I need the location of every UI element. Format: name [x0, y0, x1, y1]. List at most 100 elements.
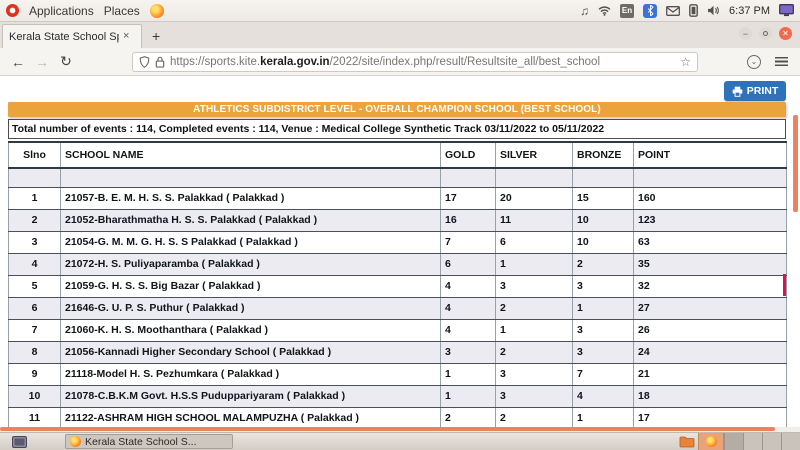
- workspace-cell[interactable]: [762, 433, 781, 450]
- cell-school: 21057-B. E. M. H. S. S. Palakkad ( Palak…: [61, 187, 441, 209]
- distro-logo-icon[interactable]: [6, 4, 19, 17]
- show-desktop-button[interactable]: [12, 436, 27, 448]
- places-menu[interactable]: Places: [104, 4, 140, 18]
- results-table: Slno SCHOOL NAME GOLD SILVER BRONZE POIN…: [8, 141, 787, 427]
- cell-school: 21052-Bharathmatha H. S. S. Palakkad ( P…: [61, 209, 441, 231]
- cell-bronze: 3: [573, 319, 634, 341]
- cell-school: 21122-ASHRAM HIGH SCHOOL MALAMPUZHA ( Pa…: [61, 407, 441, 427]
- tab-title: Kerala State School Sports 2: [9, 31, 119, 43]
- cell-bronze: 10: [573, 231, 634, 253]
- lock-icon[interactable]: [155, 56, 165, 68]
- keyboard-layout-indicator[interactable]: En: [620, 4, 634, 18]
- wifi-icon[interactable]: [598, 5, 611, 16]
- bluetooth-icon[interactable]: [643, 4, 657, 18]
- cell-bronze: 3: [573, 275, 634, 297]
- applications-menu[interactable]: Applications: [29, 4, 94, 18]
- cell-silver: 1: [496, 253, 573, 275]
- cell-silver: 3: [496, 385, 573, 407]
- results-tbody: 1 21057-B. E. M. H. S. S. Palakkad ( Pala…: [9, 168, 787, 427]
- url-text: https://sports.kite.kerala.gov.in/2022/s…: [170, 56, 600, 68]
- cell-gold: 4: [441, 319, 496, 341]
- cell-slno: 4: [9, 253, 61, 275]
- cell-point: 63: [634, 231, 787, 253]
- cell-point: 35: [634, 253, 787, 275]
- pocket-icon[interactable]: ⌄: [747, 55, 761, 69]
- header-point: POINT: [634, 142, 787, 168]
- cell-school: 21056-Kannadi Higher Secondary School ( …: [61, 341, 441, 363]
- table-row: 121057-B. E. M. H. S. S. Palakkad ( Pala…: [9, 187, 787, 209]
- cell-point: 18: [634, 385, 787, 407]
- table-row: 1121122-ASHRAM HIGH SCHOOL MALAMPUZHA ( …: [9, 407, 787, 427]
- table-row: 821056-Kannadi Higher Secondary School (…: [9, 341, 787, 363]
- print-label: PRINT: [747, 85, 779, 97]
- firefox-launcher-button[interactable]: [698, 433, 724, 450]
- window-maximize-button[interactable]: [759, 27, 772, 40]
- table-row: 221052-Bharathmatha H. S. S. Palakkad ( …: [9, 209, 787, 231]
- table-row: 1021078-C.B.K.M Govt. H.S.S Puduppariyar…: [9, 385, 787, 407]
- clock[interactable]: 6:37 PM: [729, 5, 770, 17]
- tab-close-icon[interactable]: ×: [123, 31, 129, 42]
- cell-silver: 11: [496, 209, 573, 231]
- vertical-scrollbar-thumb[interactable]: [793, 115, 798, 212]
- navigation-toolbar: ← → ↻ https://sports.kite.kerala.gov.in/…: [0, 48, 800, 76]
- cell-school: 21072-H. S. Puliyaparamba ( Palakkad ): [61, 253, 441, 275]
- workspace-cell[interactable]: [781, 433, 800, 450]
- cell-point: 32: [634, 275, 787, 297]
- cell-silver: 3: [496, 363, 573, 385]
- display-icon[interactable]: [779, 4, 794, 17]
- firefox-panel-icon[interactable]: [150, 4, 164, 18]
- cell-gold: 2: [441, 407, 496, 427]
- cell-slno: 10: [9, 385, 61, 407]
- cell-point: 27: [634, 297, 787, 319]
- cell-slno: 11: [9, 407, 61, 427]
- new-tab-button[interactable]: +: [152, 28, 160, 44]
- url-bar[interactable]: https://sports.kite.kerala.gov.in/2022/s…: [132, 52, 698, 72]
- back-button[interactable]: ←: [10, 54, 26, 70]
- forward-button[interactable]: →: [34, 54, 50, 70]
- cell-bronze: 1: [573, 407, 634, 427]
- cell-slno: 7: [9, 319, 61, 341]
- browser-window: Kerala State School Sports 2 × + − ✕ ← →…: [0, 22, 800, 432]
- cell-slno: 2: [9, 209, 61, 231]
- device-battery-icon[interactable]: [689, 4, 698, 17]
- folder-launcher-button[interactable]: [676, 433, 698, 450]
- music-note-icon[interactable]: ♫: [580, 4, 589, 18]
- shield-icon[interactable]: [139, 56, 150, 68]
- workspace-switcher: [724, 433, 800, 450]
- cell-silver: 2: [496, 407, 573, 427]
- cell-gold: 16: [441, 209, 496, 231]
- cell-bronze: 3: [573, 341, 634, 363]
- table-row: 621646-G. U. P. S. Puthur ( Palakkad )42…: [9, 297, 787, 319]
- workspace-cell[interactable]: [724, 433, 743, 450]
- bookmark-star-icon[interactable]: ☆: [680, 55, 691, 69]
- reload-button[interactable]: ↻: [58, 53, 74, 70]
- window-close-button[interactable]: ✕: [779, 27, 792, 40]
- cell-bronze: 7: [573, 363, 634, 385]
- cell-point: 17: [634, 407, 787, 427]
- cell-school: 21646-G. U. P. S. Puthur ( Palakkad ): [61, 297, 441, 319]
- menu-hamburger-icon[interactable]: [775, 57, 788, 66]
- mail-icon[interactable]: [666, 6, 680, 16]
- cell-bronze: 1: [573, 297, 634, 319]
- cell-gold: 7: [441, 231, 496, 253]
- cell-school: 21078-C.B.K.M Govt. H.S.S Puduppariyaram…: [61, 385, 441, 407]
- workspace-cell[interactable]: [743, 433, 762, 450]
- cell-school: 21118-Model H. S. Pezhumkara ( Palakkad …: [61, 363, 441, 385]
- empty-spacer-row: [9, 168, 787, 187]
- cell-gold: 6: [441, 253, 496, 275]
- taskbar-window-button[interactable]: Kerala State School S...: [65, 434, 233, 449]
- print-button[interactable]: PRINT: [724, 81, 786, 101]
- table-row: 521059-G. H. S. S. Big Bazar ( Palakkad …: [9, 275, 787, 297]
- cell-gold: 4: [441, 275, 496, 297]
- cell-slno: 3: [9, 231, 61, 253]
- volume-icon[interactable]: [707, 5, 720, 16]
- cell-slno: 6: [9, 297, 61, 319]
- window-minimize-button[interactable]: −: [739, 27, 752, 40]
- header-silver: SILVER: [496, 142, 573, 168]
- cell-school: 21059-G. H. S. S. Big Bazar ( Palakkad ): [61, 275, 441, 297]
- horizontal-scrollbar-thumb[interactable]: [0, 427, 775, 431]
- system-top-panel: Applications Places ♫ En 6:37 PM: [0, 0, 800, 22]
- cell-point: 21: [634, 363, 787, 385]
- firefox-taskbar-icon: [70, 436, 81, 447]
- browser-tab[interactable]: Kerala State School Sports 2 ×: [2, 24, 142, 48]
